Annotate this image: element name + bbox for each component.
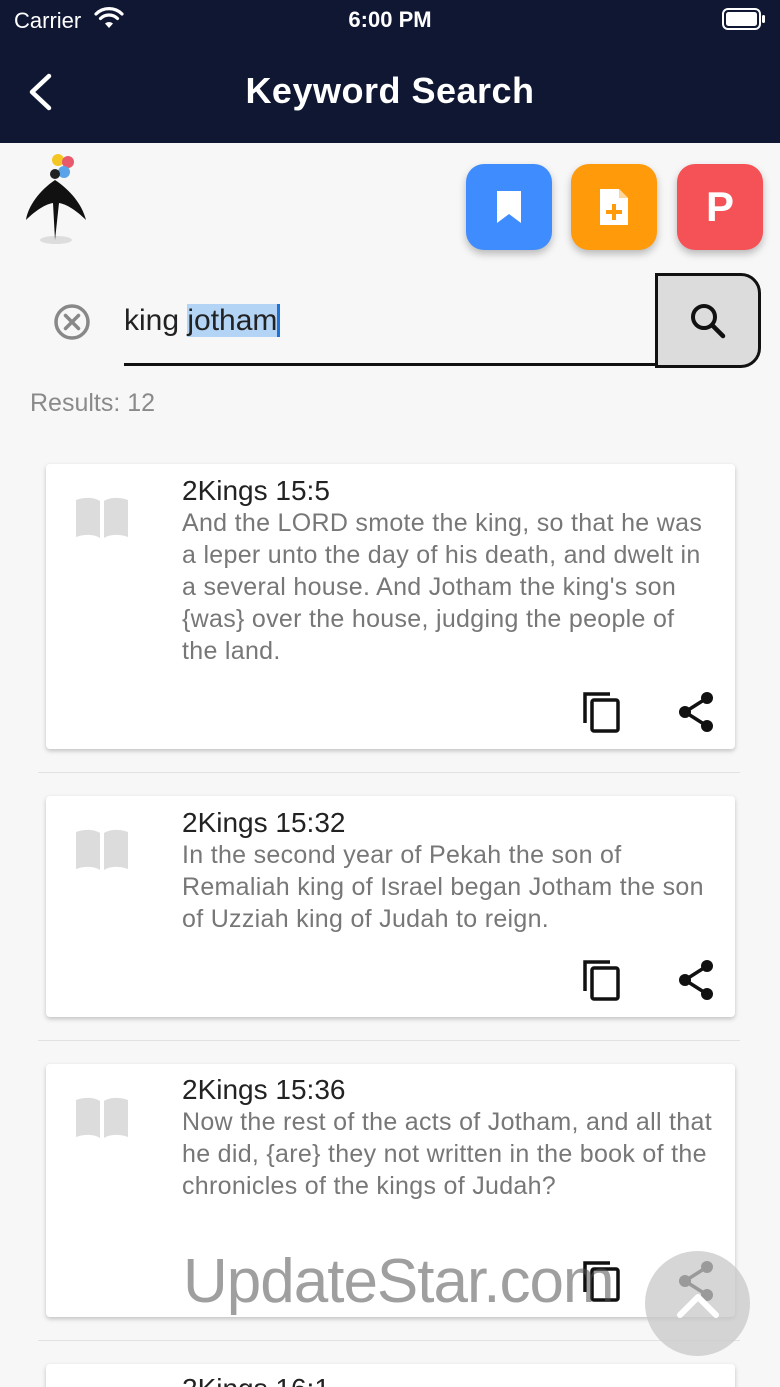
verse-reference: 2Kings 16:1: [182, 1373, 330, 1387]
results-count: Results: 12: [30, 389, 156, 417]
search-typed-text: king: [124, 304, 188, 337]
divider: [38, 772, 740, 773]
chevron-up-icon: [676, 1293, 719, 1318]
divider: [38, 1340, 740, 1341]
search-selected-text: jotham: [187, 304, 281, 337]
verse-text: In the second year of Pekah the son of R…: [182, 841, 704, 933]
close-circle-icon: [54, 304, 90, 340]
add-note-button[interactable]: [571, 164, 657, 250]
verse-text: And the LORD smote the king, so that he …: [182, 509, 703, 665]
bookmark-icon: [497, 191, 521, 223]
copy-icon[interactable]: [580, 690, 624, 734]
copy-icon[interactable]: [580, 958, 624, 1002]
result-card[interactable]: 2Kings 16:1: [46, 1364, 735, 1387]
page-title: Keyword Search: [245, 70, 535, 111]
verse-reference: 2Kings 15:32: [182, 807, 346, 838]
search-button[interactable]: [655, 273, 761, 368]
verse-reference: 2Kings 15:36: [182, 1074, 346, 1105]
bookmark-button[interactable]: [466, 164, 552, 250]
share-icon[interactable]: [676, 690, 716, 734]
divider: [38, 1040, 740, 1041]
result-card[interactable]: 2Kings 15:5 And the LORD smote the king,…: [46, 464, 735, 749]
search-input[interactable]: king jotham: [124, 290, 660, 366]
watermark: UpdateStar.com: [183, 1247, 615, 1316]
status-time: 6:00 PM: [348, 7, 432, 32]
file-plus-icon: [600, 189, 628, 225]
status-bar: Carrier 6:00 PM: [0, 0, 780, 40]
share-icon[interactable]: [676, 958, 716, 1002]
navigation-bar: Keyword Search: [0, 40, 780, 143]
book-icon: [74, 1096, 130, 1140]
search-icon: [691, 303, 726, 338]
result-card[interactable]: 2Kings 15:32 In the second year of Pekah…: [46, 796, 735, 1017]
p-button[interactable]: P: [677, 164, 763, 250]
battery-icon: [722, 8, 766, 35]
book-icon: [74, 828, 130, 872]
verse-reference: 2Kings 15:5: [182, 475, 330, 506]
verse-text: Now the rest of the acts of Jotham, and …: [182, 1108, 712, 1200]
app-logo: [20, 148, 92, 248]
clear-search-button[interactable]: [52, 302, 92, 342]
book-icon: [74, 496, 130, 540]
scroll-to-top-button[interactable]: [645, 1251, 750, 1356]
